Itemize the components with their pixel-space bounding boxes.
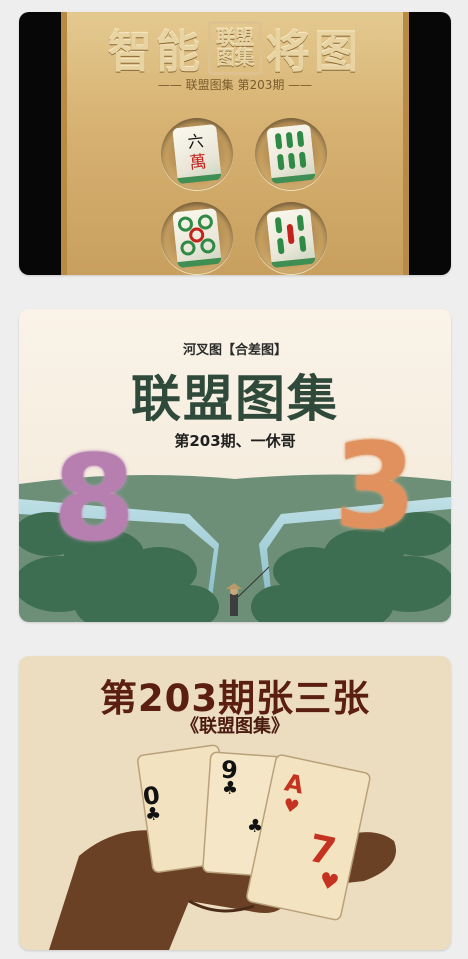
club-icon: ♣ [221,777,239,800]
number-eight: 8 [53,429,136,567]
card1-seal: 联盟图集 [208,21,262,75]
card1-issue: —— 联盟图集 第203期 —— [157,78,313,92]
mahjong-tile-bamboo [266,123,316,185]
card-river-fork[interactable]: 河叉图【合差图】 联盟图集 第203期、一休哥 8 3 [19,309,451,622]
svg-text:萬: 萬 [188,152,207,174]
gold-plaque: 智能 联盟图集 将图 —— 联盟图集 第203期 —— 六 萬 [61,12,409,275]
card1-title: 智能 联盟图集 将图 [67,16,403,80]
tile-slot: 六 萬 [161,118,233,190]
card-mahjong-prediction[interactable]: 智能 联盟图集 将图 —— 联盟图集 第203期 —— 六 萬 [19,12,451,275]
mahjong-tile-bamboo-red [266,207,316,269]
card-three-cards[interactable]: 第203期张三张 《联盟图集》 0 ♣ 9 ♣ ♣ A ♥ 7 ♥ [19,656,451,950]
tile-slot [255,118,327,190]
card1-title-left: 智能 [108,27,204,78]
number-three: 3 [334,417,417,555]
hand-holding-cards-illustration [49,744,396,950]
tile-slot [161,202,233,274]
club-icon: ♣ [246,815,264,838]
card2-small-title: 河叉图【合差图】 [182,343,287,358]
tile-slot [255,202,327,274]
svg-text:六: 六 [187,131,205,152]
club-icon: ♣ [143,802,163,827]
mahjong-tile-liuwan: 六 萬 [172,123,222,185]
mahjong-tile-circles [172,207,222,269]
card1-title-right: 将图 [266,27,362,78]
